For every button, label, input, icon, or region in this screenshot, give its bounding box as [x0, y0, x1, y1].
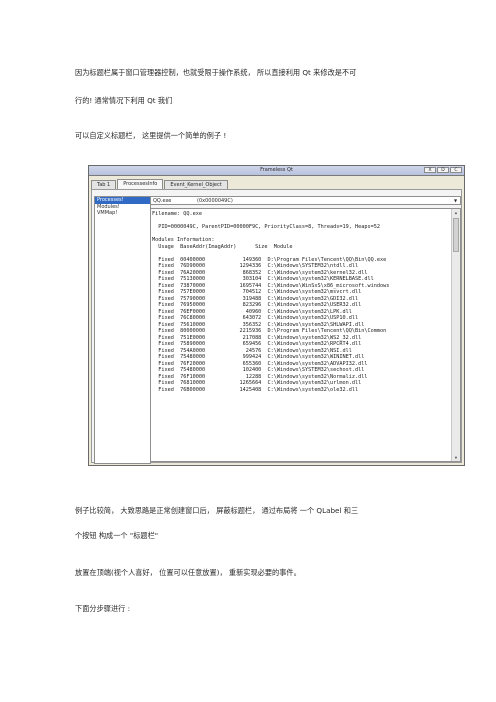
tab-bar: Tab 1 ProcessesInfo Event_Kernel_Object — [91, 179, 229, 189]
combo-process-name: QQ.exe — [153, 198, 172, 204]
window-title: Frameless Qt — [260, 167, 293, 173]
tab-processesinfo[interactable]: ProcessesInfo — [117, 179, 164, 189]
scroll-up-icon[interactable]: ▲ — [452, 209, 460, 216]
process-info-textarea[interactable]: Filename: QQ.exe PID=0000049C, ParentPID… — [150, 208, 461, 462]
process-combobox[interactable]: QQ.exe (0x0000049C) ▼ — [150, 196, 461, 205]
chevron-down-icon[interactable]: ▼ — [452, 198, 459, 204]
titlebar-button-x[interactable]: X — [424, 167, 436, 173]
list-item-vmmap[interactable]: VMMap! — [95, 210, 150, 217]
combo-process-pid: (0x0000049C) — [197, 198, 233, 204]
titlebar-button-d[interactable]: D — [437, 167, 449, 173]
paragraph-3-line-1: 例子比较简， 大致思路是正常创建窗口后， 屏蔽标题栏， 通过布局将 一个 QLa… — [75, 506, 359, 515]
window-titlebar[interactable]: Frameless Qt X D C — [89, 166, 464, 176]
paragraph-1-line-2: 行的! 通常情况下利用 Qt 我们 — [75, 96, 173, 105]
screenshot-window: Frameless Qt X D C Tab 1 ProcessesInfo E… — [88, 165, 465, 466]
paragraph-3-line-2: 个按钮 构成一个 "标题栏" — [75, 531, 159, 540]
tab-event-kernel-object[interactable]: Event_Kernel_Object — [164, 180, 228, 189]
titlebar-button-c[interactable]: C — [450, 167, 462, 173]
paragraph-2: 可以自定义标题栏， 这里提供一个简单的例子 ! — [75, 131, 227, 140]
process-info-text: Filename: QQ.exe PID=0000049C, ParentPID… — [152, 211, 451, 393]
category-list[interactable]: Processes! Modules! VMMap! — [94, 196, 151, 464]
tab-1[interactable]: Tab 1 — [91, 180, 117, 189]
paragraph-5: 下面分步骤进行 : — [75, 604, 131, 613]
paragraph-4: 放置在顶端(视个人喜好， 位置可以任意放置)， 重新实现必要的事件。 — [75, 568, 301, 577]
paragraph-1-line-1: 因为标题栏属于窗口管理器控制，也就受限于操作系统， 所以直接利用 Qt 来修改是… — [75, 68, 357, 77]
text-line: Fixed 76B00000 1425408 C:\Windows\system… — [152, 386, 359, 393]
scroll-down-icon[interactable]: ▼ — [452, 454, 460, 461]
vertical-scrollbar[interactable]: ▲ ▼ — [451, 209, 460, 461]
tab-panel: Processes! Modules! VMMap! QQ.exe (0x000… — [91, 189, 462, 464]
scroll-thumb[interactable] — [453, 218, 459, 252]
